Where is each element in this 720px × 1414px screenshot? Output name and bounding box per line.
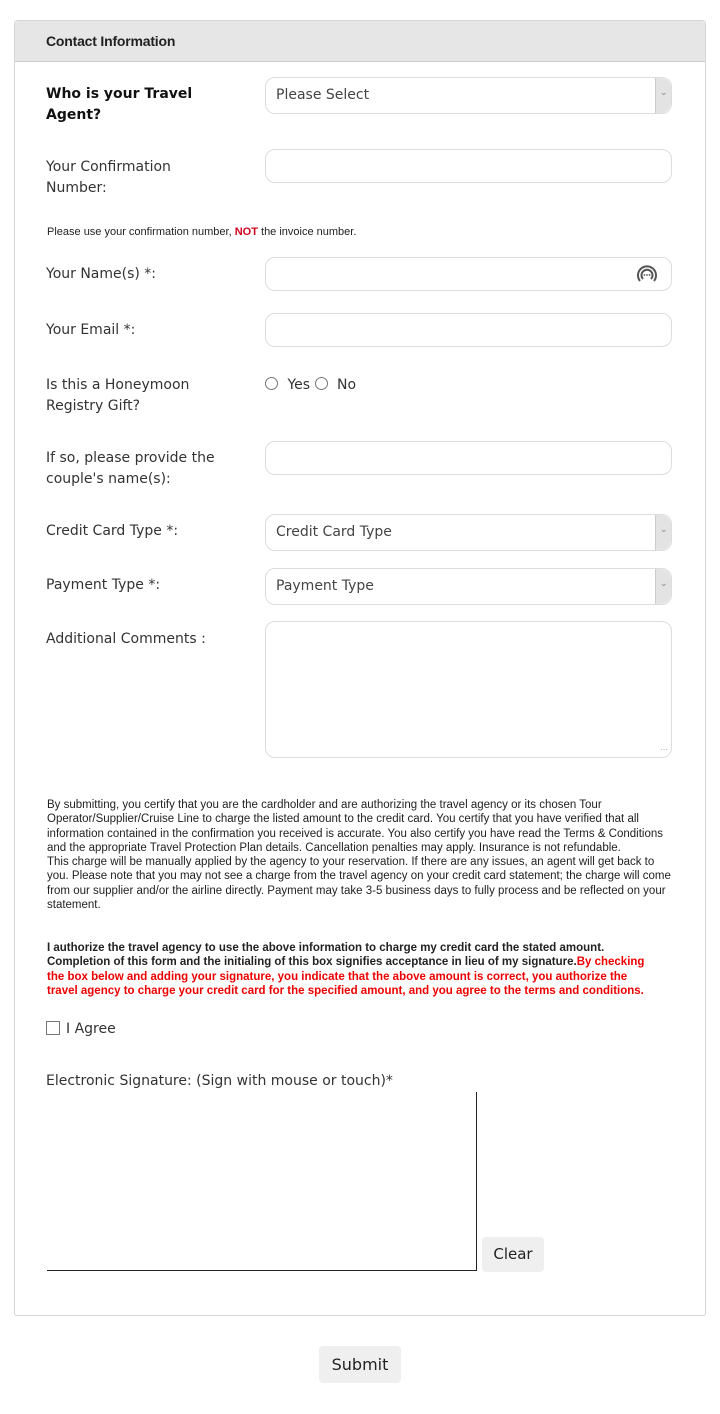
authorization-statement: I authorize the travel agency to use the…	[47, 942, 605, 969]
signature-label: Electronic Signature: (Sign with mouse o…	[46, 1073, 393, 1089]
payment-type-label: Payment Type *:	[46, 577, 161, 593]
clear-signature-button[interactable]: Clear	[482, 1237, 544, 1272]
email-input[interactable]	[265, 313, 672, 347]
password-manager-icon[interactable]	[635, 263, 659, 287]
comments-textarea[interactable]: ⋯	[265, 621, 672, 758]
confirmation-input[interactable]	[265, 149, 672, 183]
honeymoon-no-label: No	[336, 377, 357, 393]
authorization-text: I authorize the travel agency to use the…	[47, 941, 657, 998]
chevron-down-icon: ⌄	[655, 569, 671, 604]
legal-paragraph-2: This charge will be manually applied by …	[47, 856, 671, 912]
travel-agent-value: Please Select	[276, 87, 370, 103]
honeymoon-radio-group: Yes No	[265, 377, 356, 393]
note-prefix: Please use your confirmation number,	[47, 226, 235, 238]
credit-card-type-value: Credit Card Type	[276, 524, 392, 540]
payment-type-value: Payment Type	[276, 578, 374, 594]
couple-names-label: If so, please provide the couple's name(…	[46, 450, 215, 487]
confirmation-note: Please use your confirmation number, NOT…	[47, 226, 356, 238]
couple-names-input[interactable]	[265, 441, 672, 475]
credit-card-type-label: Credit Card Type *:	[46, 523, 179, 539]
signature-pad[interactable]	[47, 1092, 477, 1271]
comments-label: Additional Comments :	[46, 631, 206, 647]
resize-grip-icon[interactable]: ⋯	[660, 746, 668, 754]
agree-row: I Agree	[46, 1021, 116, 1037]
note-suffix: the invoice number.	[257, 226, 357, 238]
chevron-down-icon: ⌄	[655, 78, 671, 113]
honeymoon-label: Is this a Honeymoon Registry Gift?	[46, 377, 190, 414]
honeymoon-yes-radio[interactable]	[265, 377, 278, 390]
legal-paragraph-1: By submitting, you certify that you are …	[47, 799, 664, 854]
travel-agent-label: Who is your Travel Agent?	[46, 86, 193, 123]
credit-card-type-select[interactable]: Credit Card Type ⌄	[265, 514, 672, 551]
agree-checkbox[interactable]	[46, 1021, 60, 1035]
honeymoon-no-radio[interactable]	[314, 377, 328, 390]
legal-text: By submitting, you certify that you are …	[47, 798, 677, 912]
panel-header: Contact Information	[15, 21, 705, 62]
email-label: Your Email *:	[46, 322, 136, 338]
note-emphasis: NOT	[234, 226, 258, 238]
chevron-down-icon: ⌄	[655, 515, 671, 550]
name-input[interactable]	[265, 257, 672, 291]
name-label: Your Name(s) *:	[46, 266, 157, 282]
submit-button[interactable]: Submit	[319, 1346, 401, 1383]
agree-label: I Agree	[66, 1021, 116, 1037]
confirmation-label: Your Confirmation Number:	[46, 159, 171, 196]
panel-title: Contact Information	[46, 33, 176, 49]
payment-type-select[interactable]: Payment Type ⌄	[265, 568, 672, 605]
honeymoon-yes-label: Yes	[287, 377, 311, 393]
travel-agent-select[interactable]: Please Select ⌄	[265, 77, 672, 114]
